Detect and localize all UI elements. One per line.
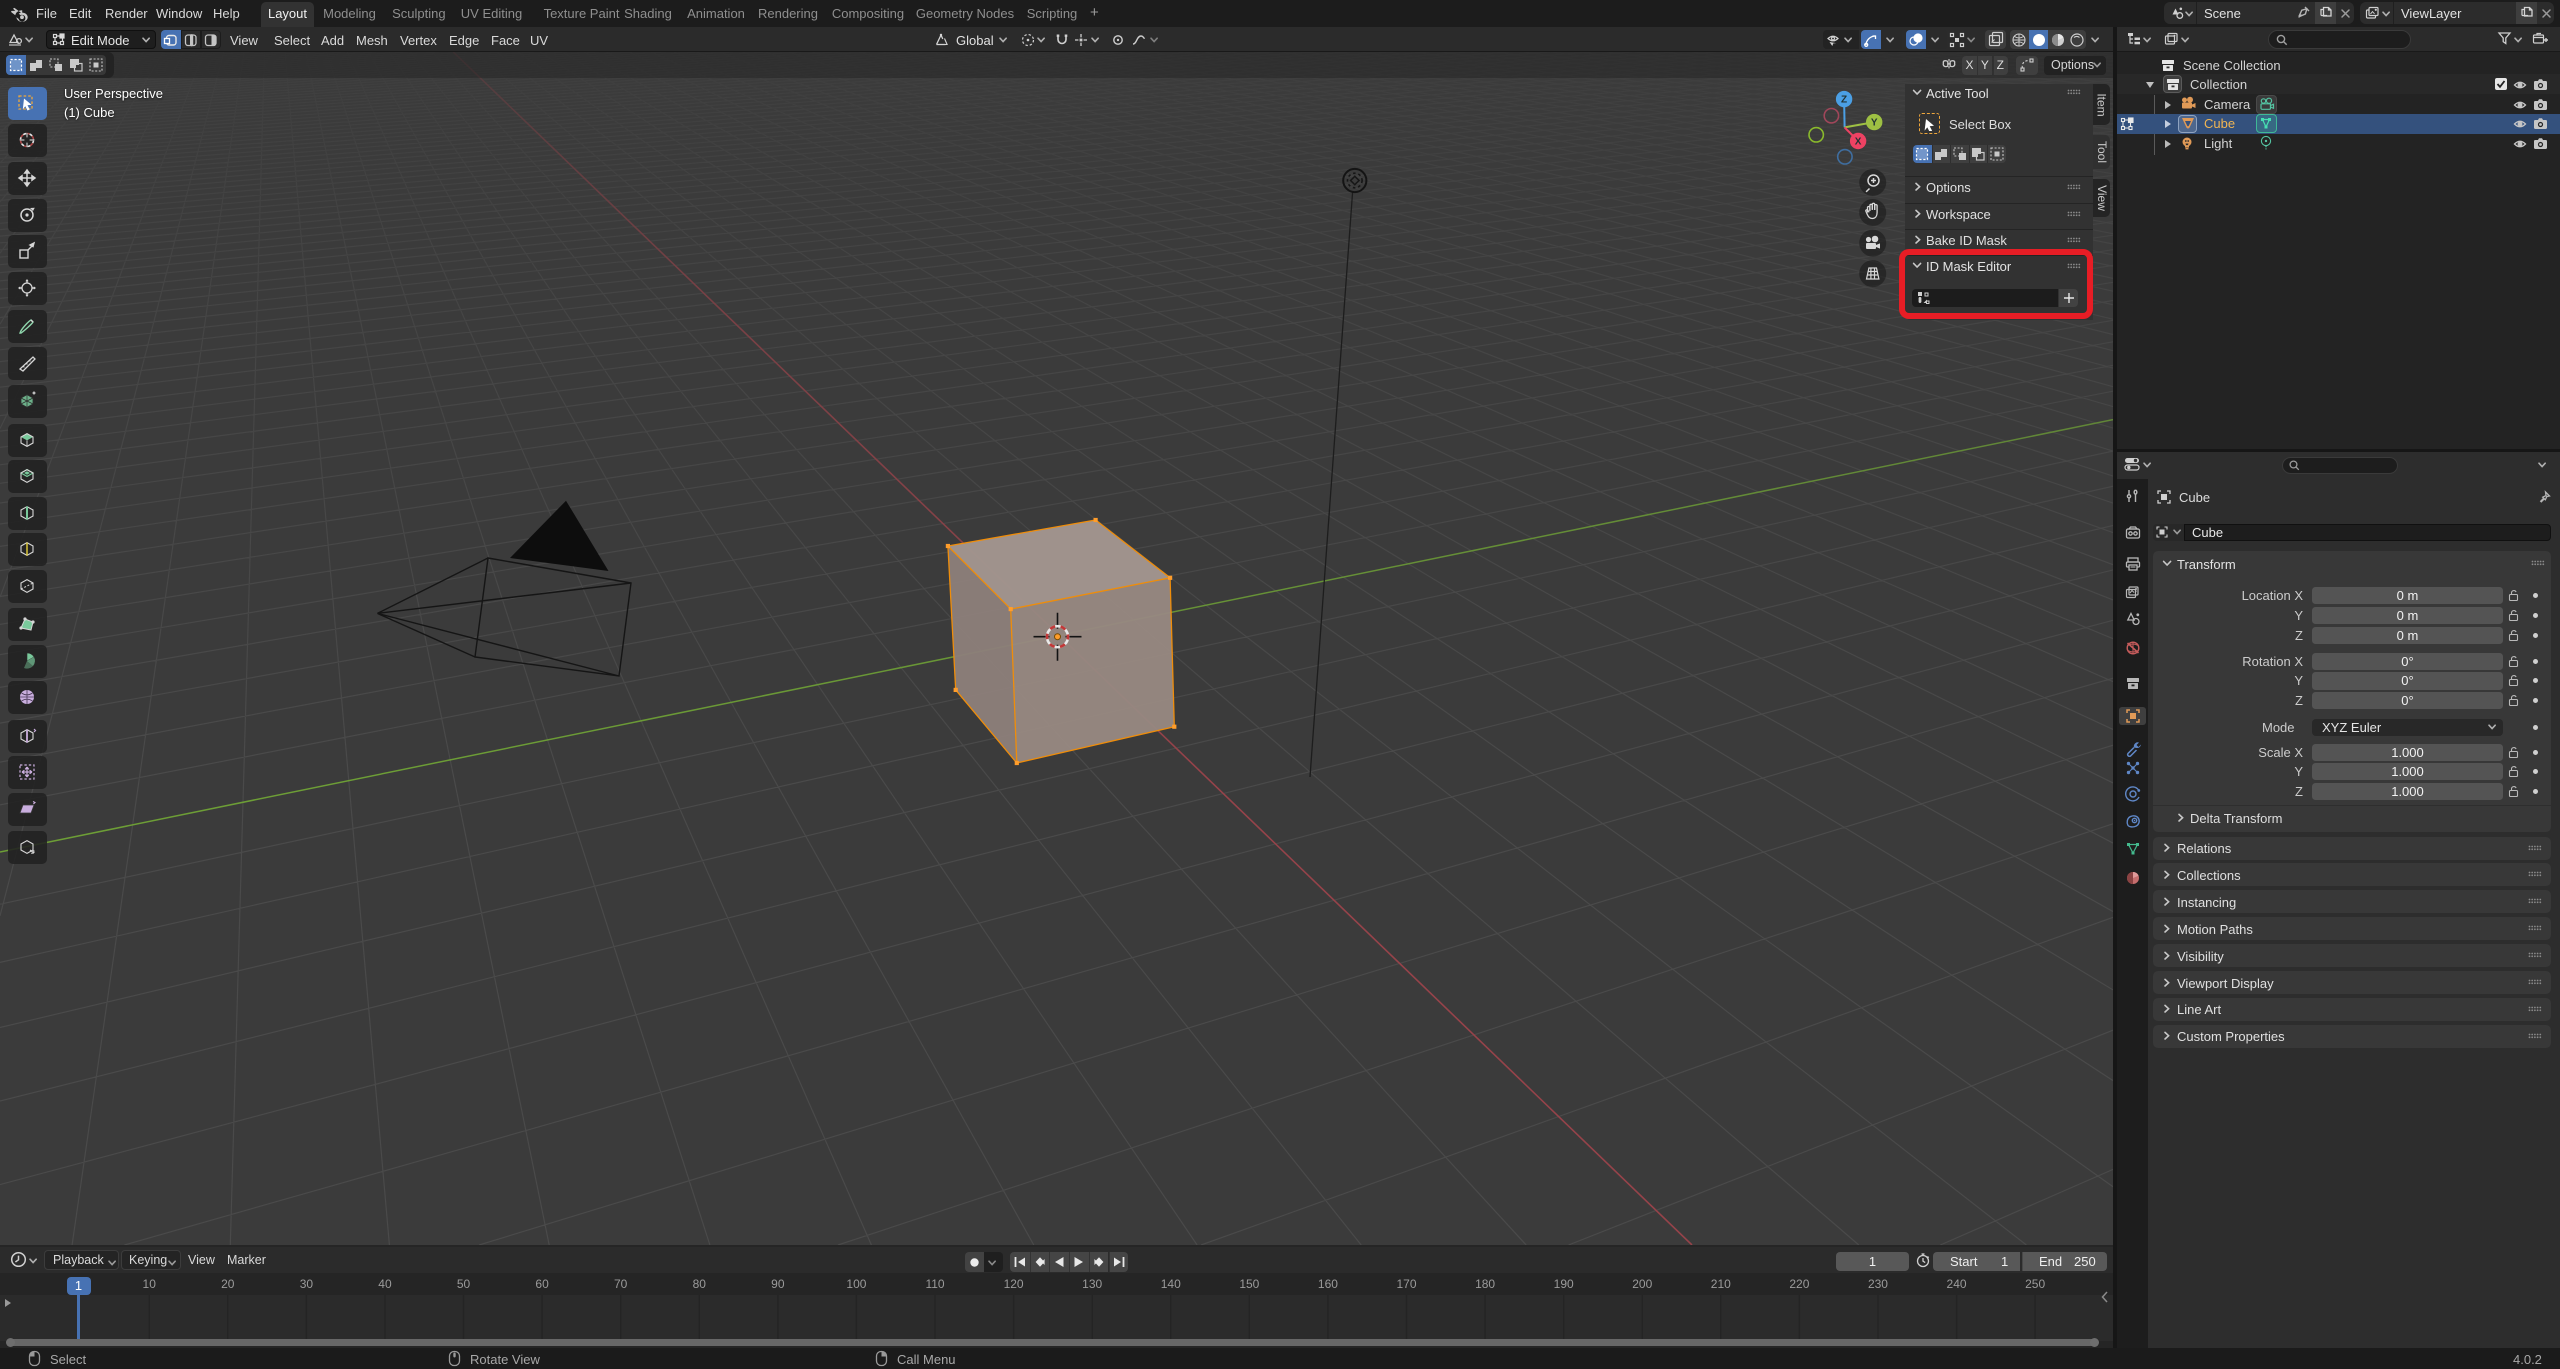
svg-text:Y: Y (1871, 118, 1878, 129)
svg-text:X: X (1855, 137, 1862, 148)
svg-text:Z: Z (1841, 95, 1847, 106)
